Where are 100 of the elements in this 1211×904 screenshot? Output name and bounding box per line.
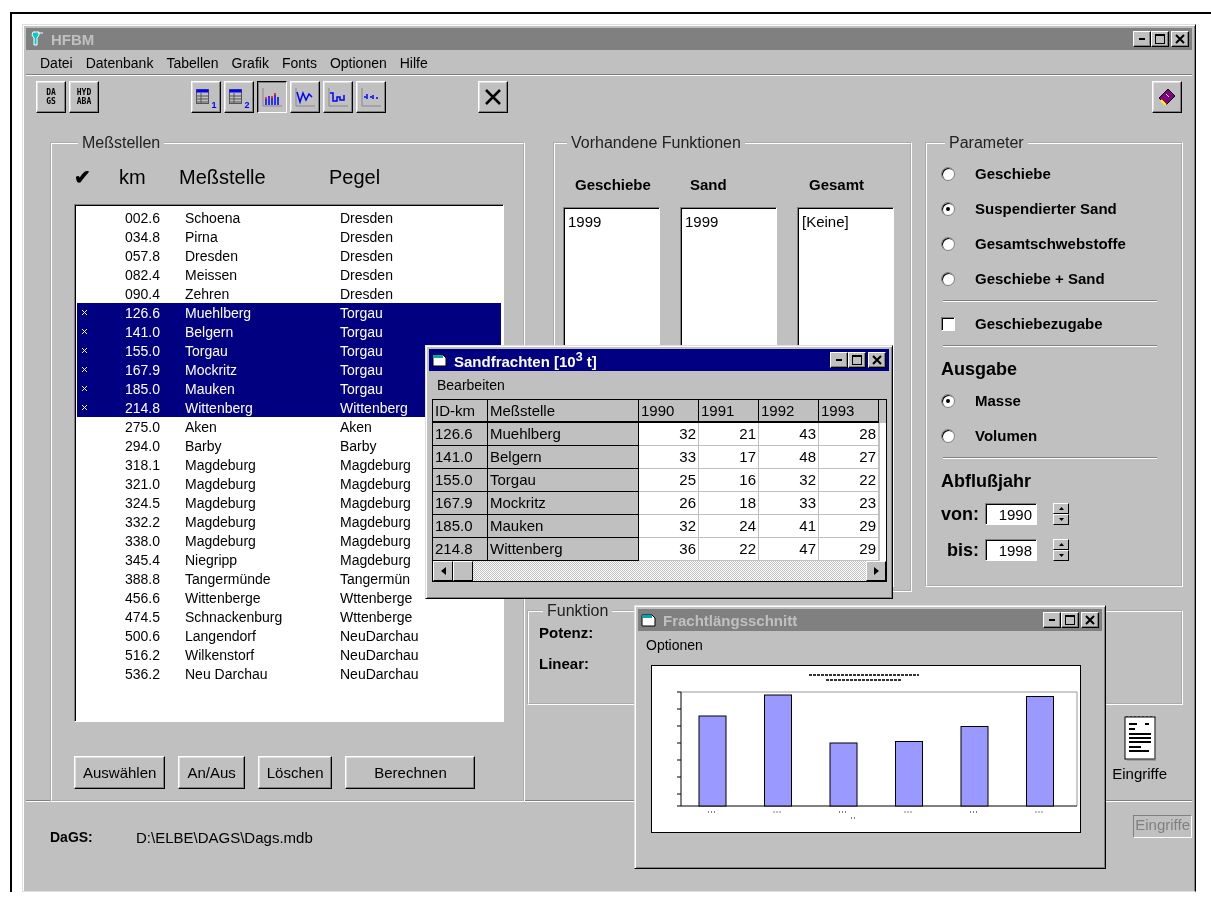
maximize-icon [1155, 34, 1165, 44]
left-arrow-icon [440, 567, 446, 575]
table-cell: 33 [759, 492, 819, 515]
menu-item[interactable]: Datei [40, 55, 73, 71]
menu-item[interactable]: Hilfe [399, 55, 428, 71]
spin-down-button[interactable] [1053, 514, 1069, 525]
chart-bar [829, 742, 858, 807]
menu-item[interactable]: Grafik [231, 55, 269, 71]
list-item[interactable]: [Keine] [802, 213, 889, 230]
table-cell: Barby [340, 437, 377, 454]
spin-up-button[interactable] [1053, 503, 1069, 514]
table-cell: Dresden [340, 209, 393, 226]
table-cell: Torgau [340, 380, 383, 397]
table-cell: 141.0 [433, 446, 488, 469]
column-header: ✔ [74, 165, 92, 189]
year-field[interactable]: 1990 [985, 503, 1037, 525]
table-cell: 26 [639, 492, 699, 515]
toolbar-button[interactable] [257, 80, 287, 113]
menu-item[interactable]: Fonts [281, 55, 317, 71]
table-cell-text: Wittenberge [185, 589, 262, 606]
menu-item[interactable]: Tabellen [166, 55, 219, 71]
maximize-button[interactable] [1061, 612, 1079, 628]
toolbar-button[interactable]: DA GS [36, 80, 66, 113]
menu-item[interactable]: Optionen [646, 637, 703, 653]
table-cell: 126.6 [433, 423, 488, 446]
close-button[interactable] [478, 80, 508, 113]
list-row[interactable]: 516.2 Wilkenstorf NeuDarchau [77, 645, 501, 664]
list-row[interactable]: 126.6 Muehlberg Torgau [77, 303, 501, 322]
radio-button[interactable] [941, 428, 955, 443]
year-field[interactable]: 1998 [985, 539, 1037, 561]
toolbar-button[interactable]: 1 [191, 80, 221, 113]
table-cell-text: 338.0 [125, 532, 162, 549]
table-cell-text: 500.6 [125, 627, 162, 644]
list-row[interactable]: 474.5 Schnackenburg Wttenberge [77, 607, 501, 626]
table-cell: Wttenberge [340, 608, 413, 625]
table-cell-text: Wittenberg [185, 399, 254, 416]
window-icon [29, 31, 45, 47]
list-row[interactable]: 090.4 Zehren Dresden [77, 284, 501, 303]
table-cell: 41 [759, 515, 819, 538]
table-cell-text: 090.4 [125, 285, 162, 302]
close-button[interactable] [1171, 31, 1189, 47]
table-cell-text: Belgern [185, 323, 235, 340]
table-cell: 32 [639, 515, 699, 538]
radio-button[interactable] [941, 271, 955, 286]
horizontal-scrollbar[interactable] [433, 561, 886, 581]
radio-button[interactable] [941, 393, 955, 408]
close-button[interactable] [868, 352, 886, 368]
radio-button[interactable] [941, 166, 955, 181]
list-row[interactable]: 500.6 Langendorf NeuDarchau [77, 626, 501, 645]
radio-button[interactable] [941, 236, 955, 251]
table-cell: 17 [699, 446, 759, 469]
list-row[interactable]: 082.4 Meissen Dresden [77, 265, 501, 284]
window-title: HFBM [51, 30, 95, 48]
list-row[interactable]: 002.6 Schoena Dresden [77, 208, 501, 227]
minimize-button[interactable] [830, 352, 848, 368]
maximize-icon [852, 355, 862, 365]
minimize-button[interactable] [1133, 31, 1151, 47]
list-row[interactable]: 141.0 Belgern Torgau [77, 322, 501, 341]
group-title: Meßstellen [81, 134, 162, 152]
table-cell: Torgau [340, 342, 383, 359]
list-row[interactable]: 034.8 Pirna Dresden [77, 227, 501, 246]
column-header: ID-km [433, 400, 488, 423]
table-cell: 167.9 [433, 492, 488, 515]
notepad-icon[interactable] [1122, 715, 1157, 761]
action-button[interactable]: Auswählen [74, 756, 166, 789]
table-icon [195, 87, 212, 106]
spin-down-button[interactable] [1053, 550, 1069, 561]
table-cell: Wttenberge [340, 589, 413, 606]
spin-up-button[interactable] [1053, 539, 1069, 550]
action-button[interactable]: Löschen [257, 756, 333, 789]
table-cell: Magdeburg [340, 513, 411, 530]
radio-button[interactable] [941, 201, 955, 216]
selection-mark-icon [82, 405, 87, 410]
table-cell: Magdeburg [340, 475, 411, 492]
table-cell: 36 [639, 538, 699, 561]
action-button[interactable]: An/Aus [178, 756, 245, 789]
close-button[interactable] [1081, 612, 1099, 628]
checkbox[interactable] [941, 316, 955, 331]
field-label: von: [941, 503, 979, 525]
table-cell: 47 [759, 538, 819, 561]
menu-item[interactable]: Datenbank [85, 55, 154, 71]
minimize-button[interactable] [1043, 612, 1061, 628]
table-cell-text: Tangermünde [185, 570, 272, 587]
action-button[interactable]: Berechnen [345, 756, 476, 789]
maximize-button[interactable] [848, 352, 866, 368]
table-cell: Dresden [340, 228, 393, 245]
menu-item[interactable]: Optionen [329, 55, 387, 71]
table-cell: Dresden [340, 266, 393, 283]
list-item[interactable]: 1999 [568, 213, 655, 230]
list-item[interactable]: 1999 [685, 213, 772, 230]
toolbar-button[interactable]: HYD ABA [69, 80, 99, 113]
minimize-icon [1139, 38, 1145, 40]
window-icon [432, 352, 448, 368]
field-label: bis: [947, 539, 979, 561]
table-cell: 22 [699, 538, 759, 561]
list-row[interactable]: 536.2 Neu Darchau NeuDarchau [77, 664, 501, 683]
toolbar-button[interactable]: 2 [224, 80, 254, 113]
list-row[interactable]: 057.8 Dresden Dresden [77, 246, 501, 265]
maximize-button[interactable] [1151, 31, 1169, 47]
table-cell: 185.0 [433, 515, 488, 538]
